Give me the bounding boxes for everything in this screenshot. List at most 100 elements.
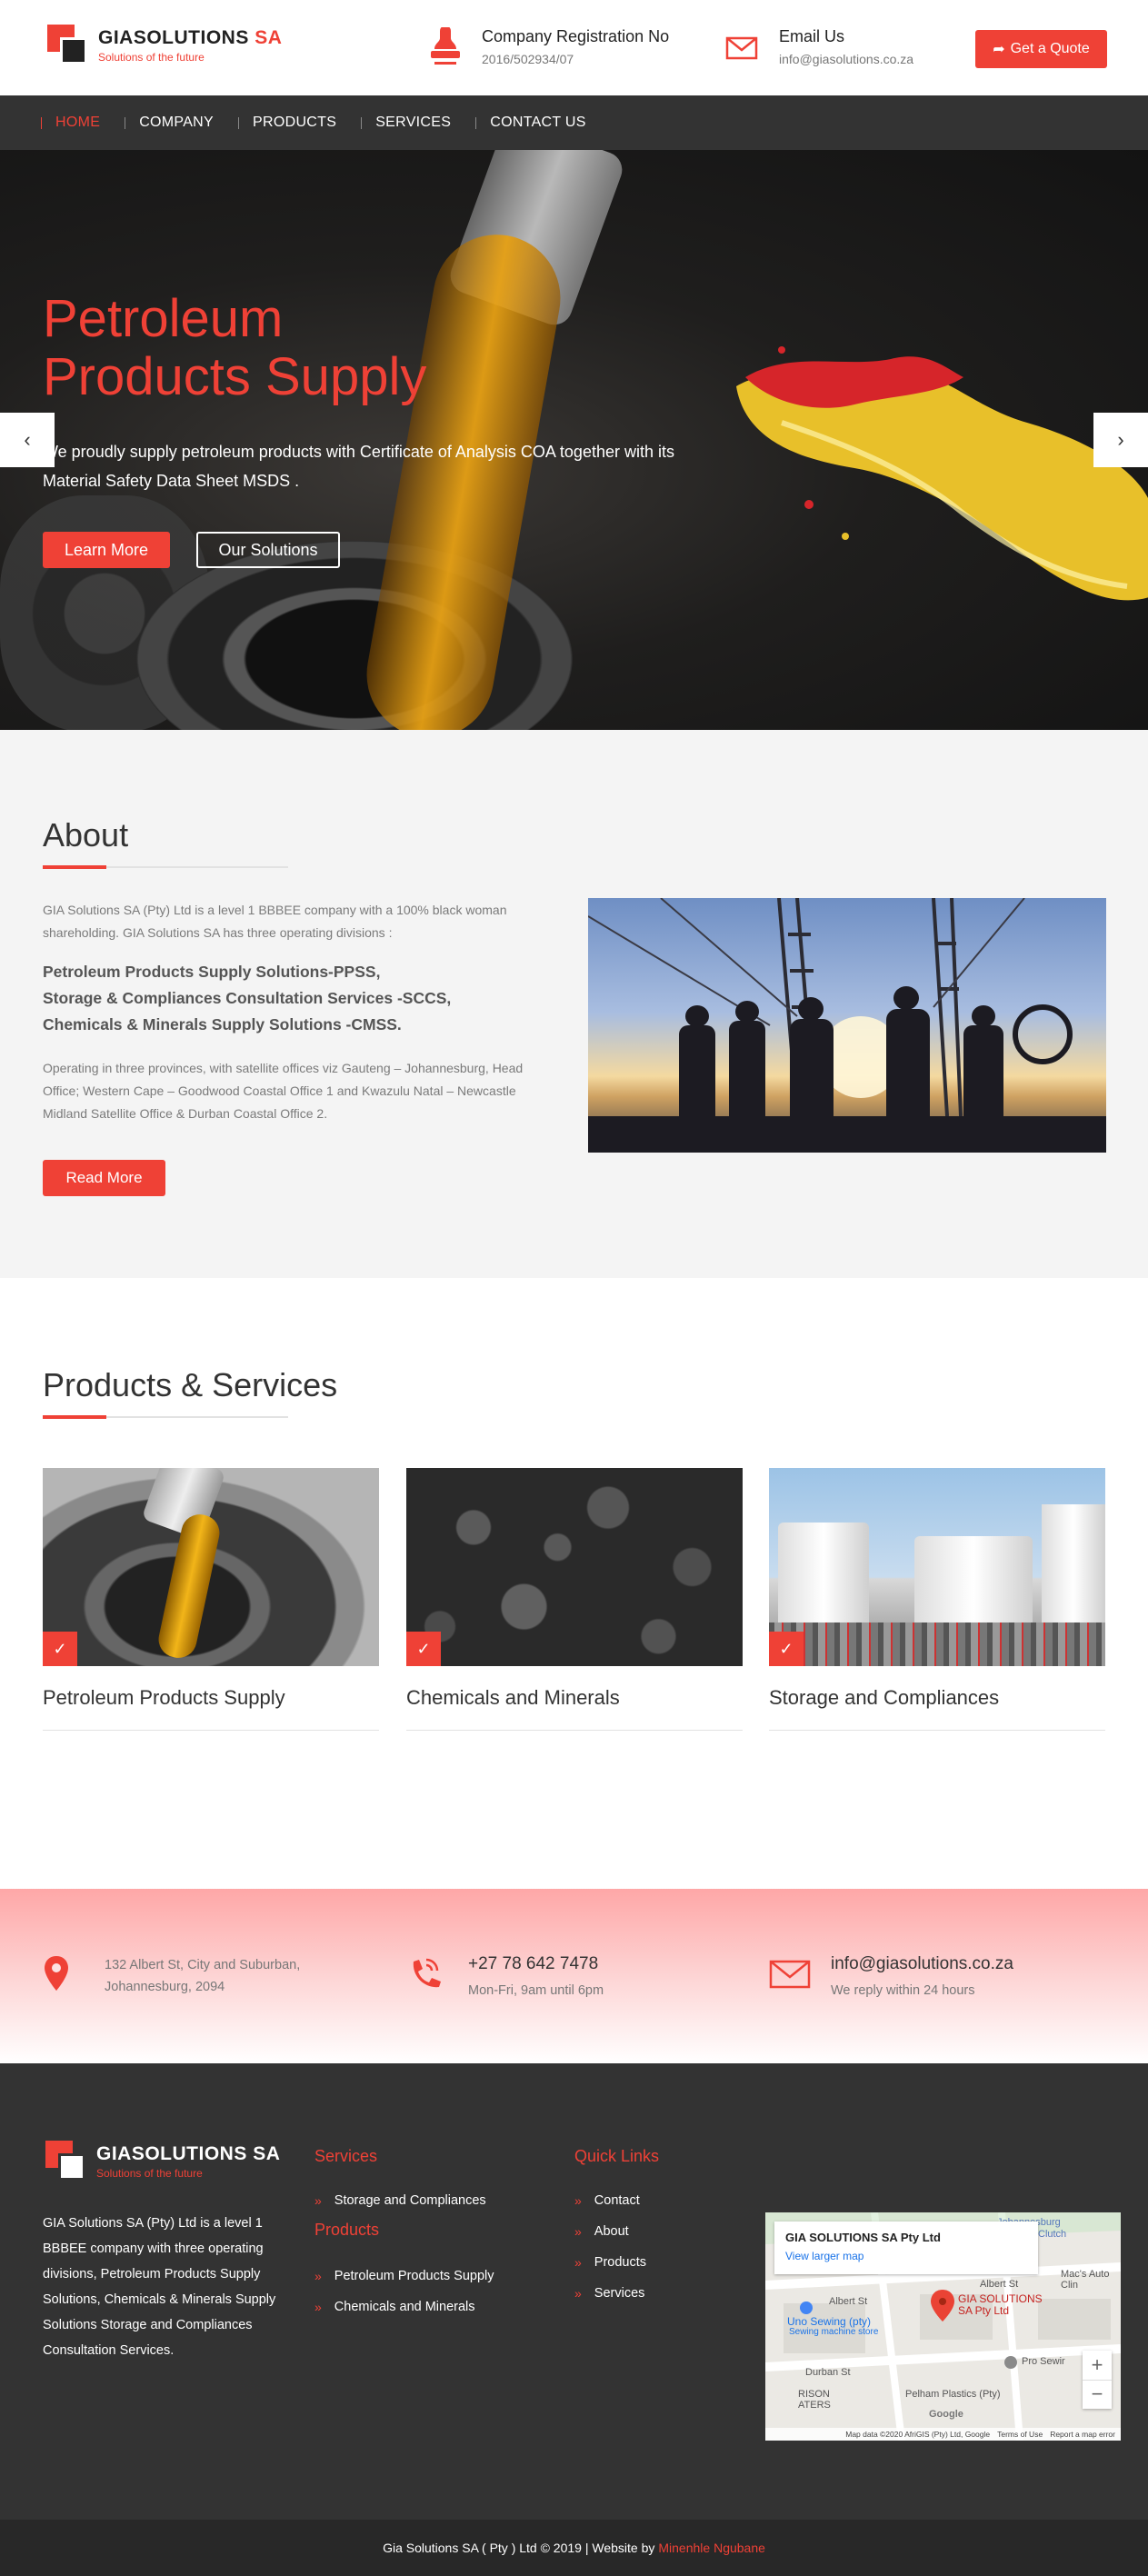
nav-item-contact-us[interactable]: CONTACT US xyxy=(475,115,611,131)
nav-item-products[interactable]: PRODUCTS xyxy=(238,115,361,131)
get-quote-button[interactable]: ➦ Get a Quote xyxy=(975,30,1107,68)
double-chevron-icon: » xyxy=(314,2269,322,2283)
footer-logo-name: GIASOLUTIONS xyxy=(96,2143,247,2164)
phone-info: +27 78 642 7478 Mon-Fri, 9am until 6pm xyxy=(406,1954,604,2002)
our-solutions-button[interactable]: Our Solutions xyxy=(196,532,340,568)
phone-hours: Mon-Fri, 9am until 6pm xyxy=(468,1983,604,1998)
view-larger-map-link[interactable]: View larger map xyxy=(785,2250,1027,2262)
phone-number[interactable]: +27 78 642 7478 xyxy=(468,1954,604,1974)
product-card-title: Storage and Compliances xyxy=(769,1686,1105,1731)
footer-link-contact[interactable]: » Contact xyxy=(574,2185,646,2216)
footer-link-petroleum[interactable]: » Petroleum Products Supply xyxy=(314,2261,494,2291)
check-icon: ✓ xyxy=(406,1632,441,1666)
email-contact-info: info@giasolutions.co.za We reply within … xyxy=(769,1954,1013,2002)
storage-tanks-image: ✓ xyxy=(769,1468,1105,1666)
double-chevron-icon: » xyxy=(574,2193,582,2208)
footer-logo[interactable]: GIASOLUTIONS SA Solutions of the future xyxy=(45,2141,280,2182)
logo-tagline: Solutions of the future xyxy=(98,51,205,64)
address-line2: Johannesburg, 2094 xyxy=(105,1980,225,1994)
registration-label: Company Registration No xyxy=(482,27,670,45)
map-attribution: Map data ©2020 AfriGIS (Pty) Ltd, Google xyxy=(845,2430,991,2439)
slider-next-button[interactable]: › xyxy=(1093,413,1148,467)
products-title: Products & Services xyxy=(43,1366,338,1403)
footer-link-services[interactable]: » Services xyxy=(574,2278,646,2309)
footer-link-about[interactable]: » About xyxy=(574,2216,646,2247)
logo-mark xyxy=(45,2141,87,2182)
get-quote-label: Get a Quote xyxy=(1010,41,1090,56)
copyright-text: Gia Solutions SA ( Pty ) Ltd © 2019 | We… xyxy=(383,2541,655,2555)
main-nav: HOME COMPANY PRODUCTS SERVICES CONTACT U… xyxy=(0,95,1148,150)
chevron-left-icon: ‹ xyxy=(24,428,31,451)
hero-title-line2: Products Supply xyxy=(43,347,427,406)
about-intro: GIA Solutions SA (Pty) Ltd is a level 1 … xyxy=(43,903,507,940)
address-line1: 132 Albert St, City and Suburban, xyxy=(105,1958,301,1972)
nav-item-company[interactable]: COMPANY xyxy=(125,115,238,131)
logo-mark xyxy=(47,25,89,66)
zoom-in-button[interactable]: + xyxy=(1083,2351,1112,2380)
map-label: ATERS xyxy=(798,2400,831,2411)
footer-quick-links-heading: Quick Links xyxy=(574,2147,660,2165)
learn-more-button[interactable]: Learn More xyxy=(43,532,170,568)
hero-oil-splash xyxy=(736,346,1148,601)
map-terms-link[interactable]: Terms of Use xyxy=(997,2430,1043,2439)
google-wordmark: Google xyxy=(929,2409,963,2420)
double-chevron-icon: » xyxy=(574,2286,582,2301)
map-label: Sewing machine store xyxy=(789,2327,879,2337)
read-more-button[interactable]: Read More xyxy=(43,1160,165,1196)
map-report-link[interactable]: Report a map error xyxy=(1050,2430,1115,2439)
site-header: GIASOLUTIONS SA Solutions of the future … xyxy=(0,0,1148,95)
nav-item-services[interactable]: SERVICES xyxy=(361,115,475,131)
registration-value: 2016/502934/07 xyxy=(482,52,574,66)
google-map-embed[interactable]: Johannesburg Clutch Mac's Auto Clin Albe… xyxy=(765,2212,1121,2441)
email-info: Email Us info@giasolutions.co.za xyxy=(724,27,913,67)
envelope-icon xyxy=(769,1954,814,1999)
about-title: About xyxy=(43,816,129,854)
author-link[interactable]: Minenhle Ngubane xyxy=(658,2541,765,2555)
map-attribution-bar: Map data ©2020 AfriGIS (Pty) Ltd, Google… xyxy=(765,2428,1121,2441)
map-pin-label: GIA SOLUTIONS xyxy=(958,2292,1043,2305)
product-card-petroleum[interactable]: ✓ Petroleum Products Supply xyxy=(43,1468,379,1731)
check-icon: ✓ xyxy=(43,1632,77,1666)
about-section: About GIA Solutions SA (Pty) Ltd is a le… xyxy=(0,730,1148,1278)
hero-description: We proudly supply petroleum products wit… xyxy=(43,443,674,490)
email-value[interactable]: info@giasolutions.co.za xyxy=(779,52,913,66)
header-logo[interactable]: GIASOLUTIONS SA Solutions of the future xyxy=(47,25,282,66)
map-label: Uno Sewing (pty) xyxy=(787,2315,872,2328)
footer-logo-suffix: SA xyxy=(253,2143,281,2164)
map-marker-icon xyxy=(43,1954,88,1999)
footer-about: GIA Solutions SA (Pty) Ltd is a level 1 … xyxy=(43,2216,276,2358)
map-label: Mac's Auto Clin xyxy=(1061,2269,1110,2291)
oil-workers-image xyxy=(588,898,1106,1153)
footer-logo-tagline: Solutions of the future xyxy=(96,2167,203,2180)
map-label: Pelham Plastics (Pty) xyxy=(905,2389,1001,2400)
double-chevron-icon: » xyxy=(574,2255,582,2270)
map-place-name: GIA SOLUTIONS SA Pty Ltd xyxy=(785,2231,941,2244)
envelope-icon xyxy=(724,27,764,67)
footer-link-chemicals[interactable]: » Chemicals and Minerals xyxy=(314,2291,494,2322)
coal-image: ✓ xyxy=(406,1468,743,1666)
double-chevron-icon: » xyxy=(574,2224,582,2239)
hero-slider: Petroleum Products Supply We proudly sup… xyxy=(0,150,1148,730)
zoom-out-button[interactable]: − xyxy=(1083,2379,1112,2410)
product-card-title: Petroleum Products Supply xyxy=(43,1686,379,1731)
nav-item-home[interactable]: HOME xyxy=(41,115,125,131)
footer-products-heading: Products xyxy=(314,2221,380,2239)
slider-prev-button[interactable]: ‹ xyxy=(0,413,55,467)
products-section: Products & Services ✓ Petroleum Products… xyxy=(0,1278,1148,1889)
product-card-chemicals[interactable]: ✓ Chemicals and Minerals xyxy=(406,1468,743,1731)
map-zoom-controls: + − xyxy=(1083,2351,1112,2409)
map-place-card: GIA SOLUTIONS SA Pty Ltd View larger map xyxy=(774,2222,1038,2274)
contact-email[interactable]: info@giasolutions.co.za xyxy=(831,1954,1013,1974)
map-label: Clutch xyxy=(1038,2229,1067,2240)
phone-ringing-icon xyxy=(406,1954,452,1999)
footer-link-storage[interactable]: » Storage and Compliances xyxy=(314,2185,486,2216)
footer-services-heading: Services xyxy=(314,2147,378,2165)
email-label: Email Us xyxy=(779,27,845,45)
petroleum-image: ✓ xyxy=(43,1468,379,1666)
map-label: Albert St xyxy=(980,2279,1019,2290)
footer-products-list: » Petroleum Products Supply » Chemicals an… xyxy=(314,2261,494,2322)
map-label: RISON xyxy=(798,2389,830,2400)
map-label: Durban St xyxy=(805,2367,851,2378)
footer-link-products[interactable]: » Products xyxy=(574,2247,646,2278)
product-card-storage[interactable]: ✓ Storage and Compliances xyxy=(769,1468,1105,1731)
